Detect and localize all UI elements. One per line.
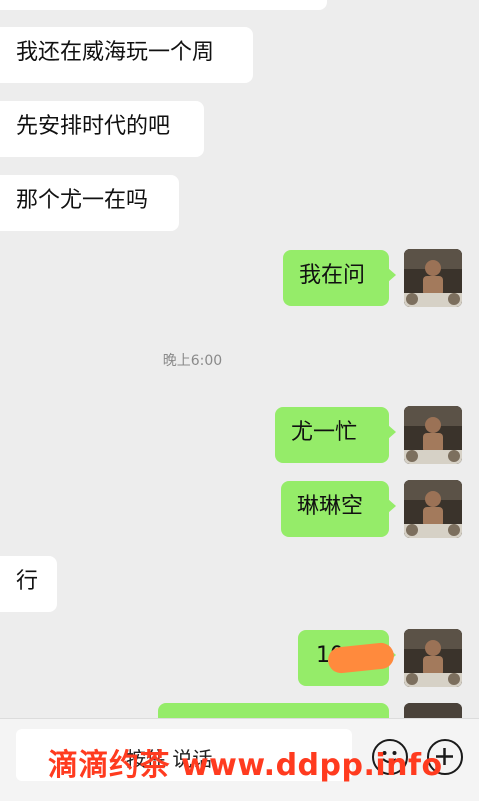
message-bubble-incoming[interactable]: 行	[0, 556, 57, 612]
message-bubble-incoming[interactable]: 我还在威海玩一个周	[0, 27, 253, 83]
avatar-image-icon	[404, 629, 462, 687]
message-bubble-outgoing[interactable]: 尤一忙	[275, 407, 396, 463]
avatar-image-icon	[404, 406, 462, 464]
message-bubble-outgoing[interactable]: 琳琳空	[281, 481, 396, 537]
message-bubble-outgoing[interactable]: 我在问	[283, 250, 396, 306]
message-text: 琳琳空	[297, 494, 364, 519]
watermark: 滴滴约茶 www.ddpp.info	[48, 748, 443, 783]
message-text: 尤一忙	[291, 420, 358, 445]
avatar[interactable]	[404, 406, 462, 464]
avatar[interactable]	[404, 249, 462, 307]
message-bubble-incoming[interactable]	[0, 0, 327, 10]
avatar-image-icon	[404, 249, 462, 307]
timestamp: 晚上6:00	[162, 353, 223, 369]
avatar[interactable]	[404, 480, 462, 538]
message-text: 那个尤一在吗	[16, 188, 149, 213]
message-bubble-incoming[interactable]: 先安排时代的吧	[0, 101, 204, 157]
message-bubble-incoming[interactable]: 那个尤一在吗	[0, 175, 179, 231]
message-text: 我在问	[299, 263, 366, 288]
avatar-image-icon	[404, 480, 462, 538]
message-text: 我还在威海玩一个周	[16, 40, 215, 65]
message-text: 行	[16, 569, 39, 594]
message-text: 先安排时代的吧	[16, 114, 171, 139]
avatar[interactable]	[404, 629, 462, 687]
